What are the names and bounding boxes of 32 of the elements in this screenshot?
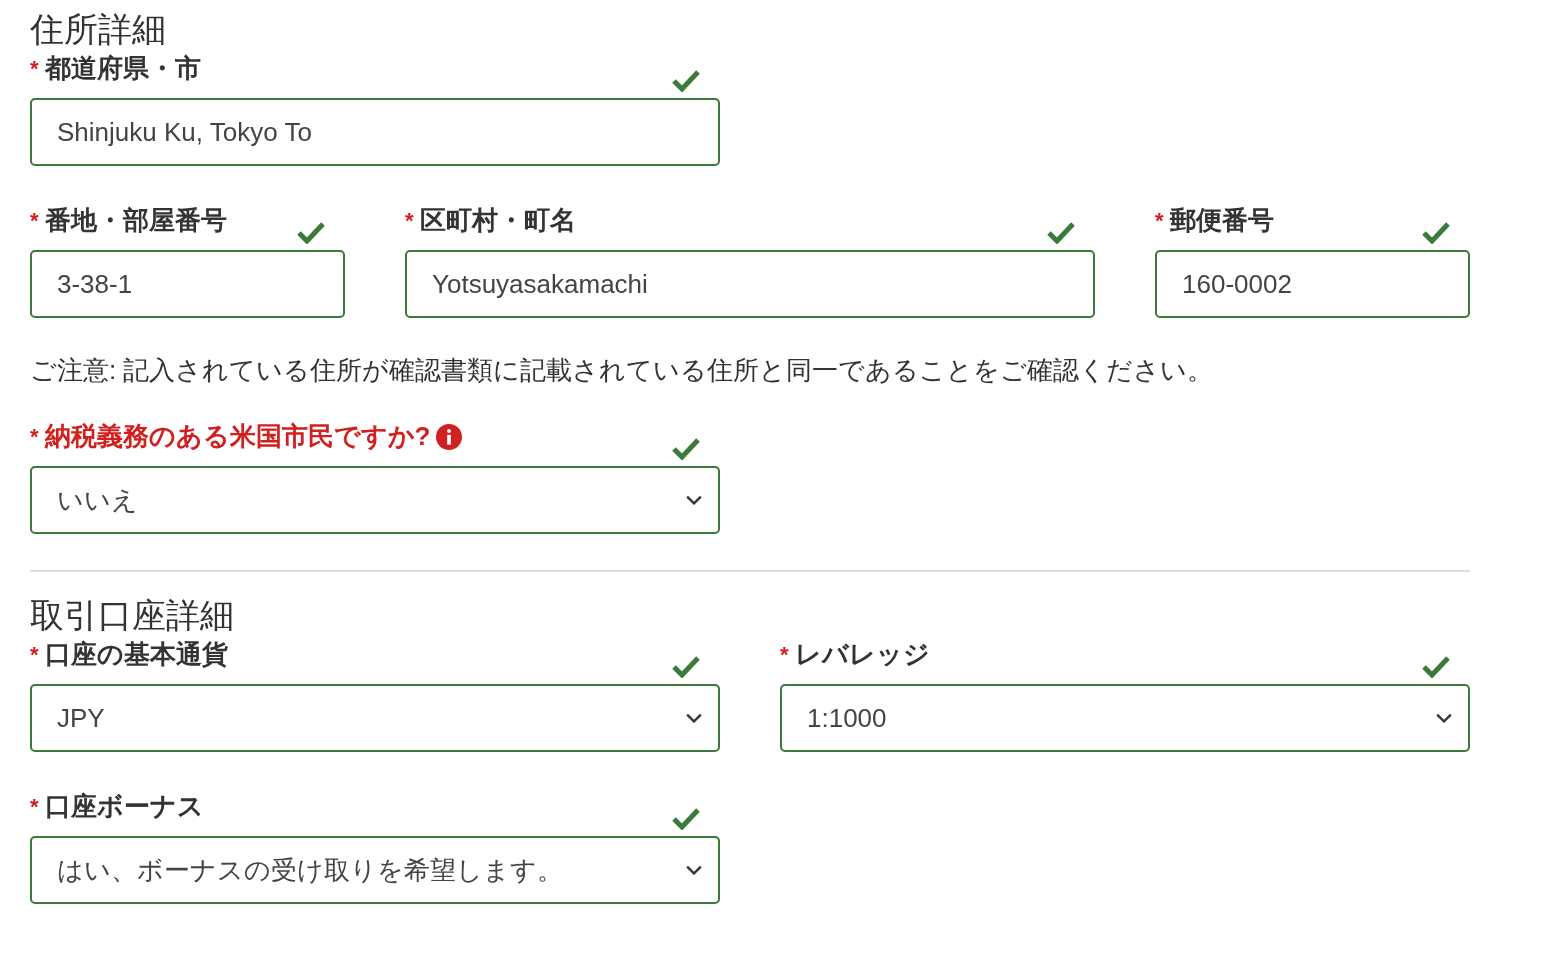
field-label: 郵便番号 <box>1169 204 1274 237</box>
field-label: 口座の基本通貨 <box>44 638 228 671</box>
required-asterisk: * <box>30 55 39 82</box>
chevron-down-icon <box>686 495 702 505</box>
select-field[interactable]: はい、ボーナスの受け取りを希望します。 <box>30 836 720 904</box>
select-field[interactable]: いいえ <box>30 466 720 534</box>
field-label: 区町村・町名 <box>419 204 576 237</box>
notice-text: ご注意: 記入されている住所が確認書類に記載されている住所と同一であることをご確認ください。 <box>30 354 1215 387</box>
info-icon[interactable] <box>436 423 463 450</box>
chevron-down-icon <box>686 865 702 875</box>
field-label: レバレッジ <box>794 638 930 671</box>
select-field[interactable]: JPY <box>30 684 720 752</box>
chevron-down-icon <box>686 713 702 723</box>
input-field[interactable]: Shinjuku Ku, Tokyo To <box>30 98 720 166</box>
input-field[interactable]: 3-38-1 <box>30 250 345 318</box>
chevron-down-icon <box>1436 713 1452 723</box>
section-title: 取引口座詳細 <box>30 595 235 636</box>
field-label: 口座ボーナス <box>44 790 204 823</box>
required-asterisk: * <box>1155 207 1164 234</box>
required-asterisk: * <box>30 641 39 668</box>
field-label: 納税義務のある米国市民ですか? <box>44 420 431 453</box>
required-asterisk: * <box>30 423 39 450</box>
required-asterisk: * <box>405 207 414 234</box>
field-label: 都道府県・市 <box>44 52 201 85</box>
required-asterisk: * <box>780 641 789 668</box>
select-field[interactable]: 1:1000 <box>780 684 1470 752</box>
input-field[interactable]: 160-0002 <box>1155 250 1470 318</box>
required-asterisk: * <box>30 793 39 820</box>
section-title: 住所詳細 <box>30 9 167 50</box>
field-label: 番地・部屋番号 <box>44 204 227 237</box>
required-asterisk: * <box>30 207 39 234</box>
input-field[interactable]: Yotsuyasakamachi <box>405 250 1095 318</box>
